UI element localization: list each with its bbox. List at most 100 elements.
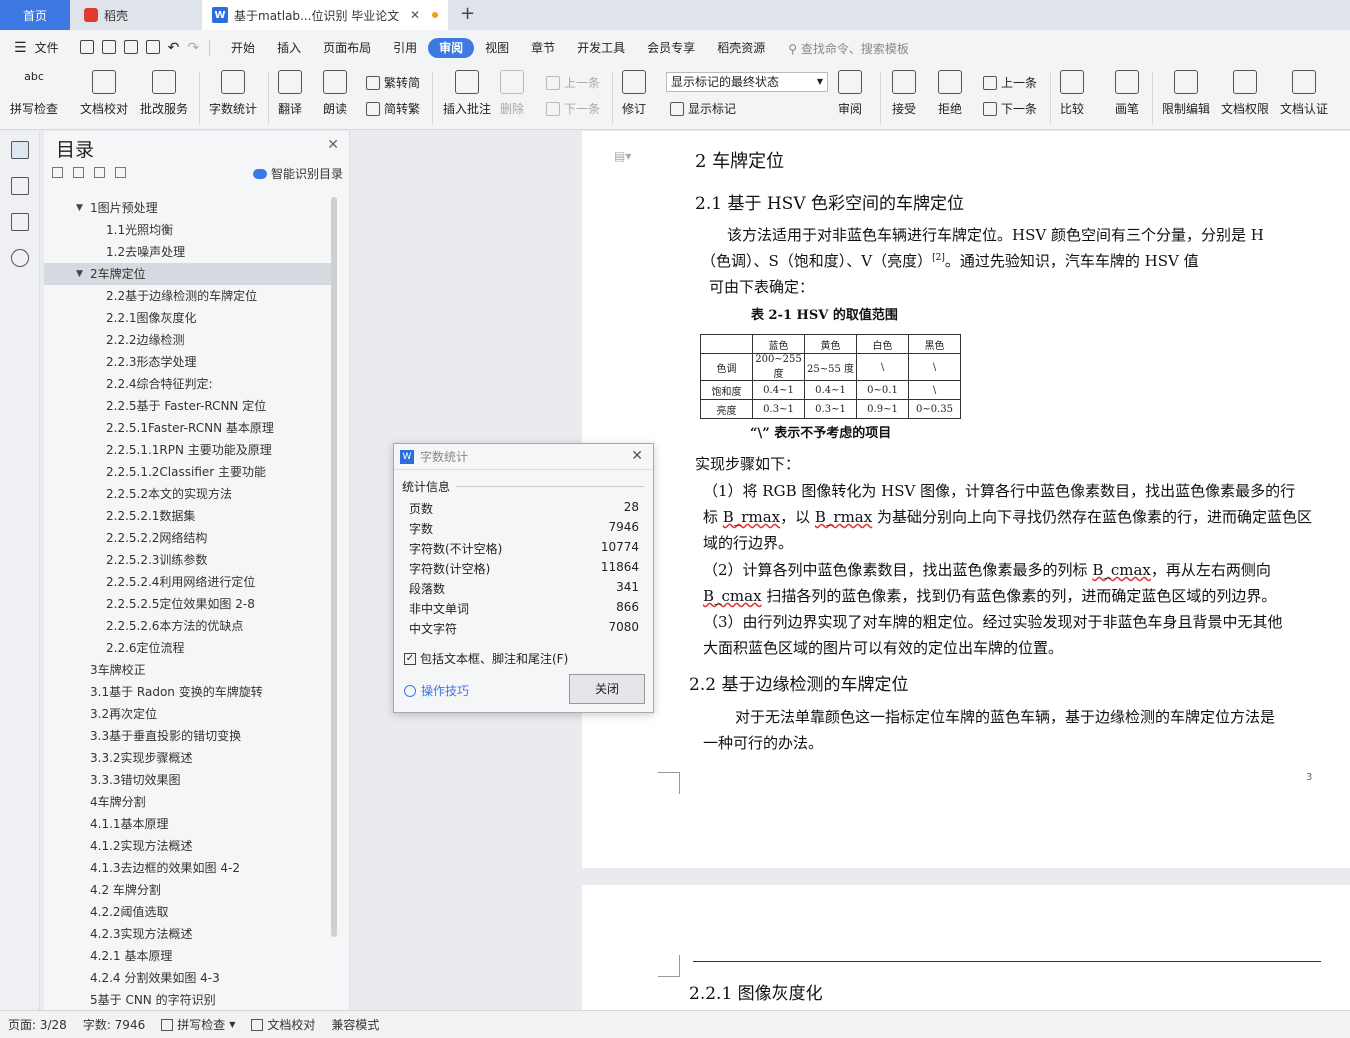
trad-to-simp-button[interactable]: 繁转简 bbox=[366, 74, 420, 91]
markup-mode-select[interactable]: 显示标记的最终状态 ▼ bbox=[666, 72, 828, 92]
show-markup-button[interactable]: 显示标记 bbox=[670, 100, 736, 117]
insert-comment-button[interactable]: 插入批注 bbox=[443, 70, 491, 117]
toc-item[interactable]: ▼ 1图片预处理 bbox=[44, 197, 334, 219]
menu-tab-6[interactable]: 章节 bbox=[520, 38, 566, 58]
toc-item[interactable]: 4.2.3实现方法概述 bbox=[44, 923, 334, 945]
toc-item[interactable]: 2.2.5.2.3训练参数 bbox=[44, 549, 334, 571]
toc-item[interactable]: ▼ 2车牌定位 bbox=[44, 263, 334, 285]
toc-item[interactable]: 4.2.4 分割效果如图 4-3 bbox=[44, 967, 334, 989]
toc-item[interactable]: 4.1.2实现方法概述 bbox=[44, 835, 334, 857]
toc-item[interactable]: 2.2.3形态学处理 bbox=[44, 351, 334, 373]
redo-icon[interactable]: ↷ bbox=[187, 40, 199, 56]
toc-item[interactable]: 2.2.5基于 Faster-RCNN 定位 bbox=[44, 395, 334, 417]
restrict-editing-button[interactable]: 限制编辑 bbox=[1162, 70, 1210, 117]
toc-item[interactable]: 3.2再次定位 bbox=[44, 703, 334, 725]
new-tab-button[interactable]: + bbox=[460, 3, 475, 24]
toc-item[interactable]: 2.2.4综合特征判定: bbox=[44, 373, 334, 395]
toc-item[interactable]: 2.2.1图像灰度化 bbox=[44, 307, 334, 329]
toc-item[interactable]: 2.2.5.2.5定位效果如图 2-8 bbox=[44, 593, 334, 615]
toc-item[interactable]: 2.2.5.2.4利用网络进行定位 bbox=[44, 571, 334, 593]
menu-tab-8[interactable]: 会员专享 bbox=[636, 38, 706, 58]
toc-item[interactable]: 3.3.3错切效果图 bbox=[44, 769, 334, 791]
hamburger-icon[interactable]: ☰ bbox=[0, 40, 33, 56]
document-page[interactable]: 2.2.1 图像灰度化 bbox=[582, 885, 1350, 1010]
toc-item[interactable]: 2.2.5.1.2Classifier 主要功能 bbox=[44, 461, 334, 483]
toc-item[interactable]: 4车牌分割 bbox=[44, 791, 334, 813]
menu-tab-4[interactable]: 审阅 bbox=[428, 38, 475, 58]
next-comment-button[interactable]: 下一条 bbox=[546, 100, 600, 117]
toc-item[interactable]: 5基于 CNN 的字符识别 bbox=[44, 989, 334, 1007]
accept-button[interactable]: 接受 bbox=[892, 70, 916, 117]
spell-check-toggle[interactable]: 拼写检查 ▼ bbox=[153, 1016, 243, 1033]
toc-item[interactable]: 2.2基于边缘检测的车牌定位 bbox=[44, 285, 334, 307]
reject-button[interactable]: 拒绝 bbox=[938, 70, 962, 117]
menu-tab-7[interactable]: 开发工具 bbox=[566, 38, 636, 58]
tab-document[interactable]: W 基于matlab...位识别 毕业论文 ✕ bbox=[202, 0, 448, 30]
translate-button[interactable]: 翻译 bbox=[278, 70, 302, 117]
document-certify-button[interactable]: 文档认证 bbox=[1280, 70, 1328, 117]
toc-item[interactable]: 4.2 车牌分割 bbox=[44, 879, 334, 901]
menu-tab-5[interactable]: 视图 bbox=[474, 38, 520, 58]
menu-tab-9[interactable]: 稻壳资源 bbox=[706, 38, 776, 58]
toc-item[interactable]: 2.2.5.1.1RPN 主要功能及原理 bbox=[44, 439, 334, 461]
toc-item[interactable]: 1.1光照均衡 bbox=[44, 219, 334, 241]
menu-file[interactable]: 文件 bbox=[33, 38, 70, 58]
print-preview-icon[interactable] bbox=[145, 40, 160, 54]
tab-daoke[interactable]: 稻壳 bbox=[72, 0, 200, 30]
toc-scrollbar[interactable] bbox=[331, 197, 337, 937]
include-textbox-checkbox[interactable]: ✓ 包括文本框、脚注和尾注(F) bbox=[404, 650, 568, 667]
page-indicator[interactable]: 页面: 3/28 bbox=[0, 1016, 75, 1033]
undo-icon[interactable]: ↶ bbox=[168, 40, 180, 56]
chevron-down-icon[interactable]: ▼ bbox=[76, 263, 83, 285]
command-search[interactable]: ⚲ 查找命令、搜索模板 bbox=[788, 40, 909, 57]
remove-heading-icon[interactable] bbox=[115, 167, 126, 178]
save-icon[interactable] bbox=[79, 40, 94, 54]
toc-item[interactable]: 4.2.2阈值选取 bbox=[44, 901, 334, 923]
pen-button[interactable]: 画笔 bbox=[1115, 70, 1139, 117]
word-count-indicator[interactable]: 字数: 7946 bbox=[75, 1016, 153, 1033]
proof-toggle[interactable]: 文档校对 bbox=[243, 1016, 323, 1033]
chevron-down-icon[interactable]: ▼ bbox=[76, 197, 83, 219]
chapter-nav-icon[interactable] bbox=[11, 177, 29, 195]
smart-toc-button[interactable]: 智能识别目录 bbox=[252, 165, 343, 182]
document-permission-button[interactable]: 文档权限 bbox=[1221, 70, 1269, 117]
toc-panel-icon[interactable] bbox=[11, 141, 29, 159]
prev-comment-button[interactable]: 上一条 bbox=[546, 74, 600, 91]
toc-item[interactable]: 4.2.1 基本原理 bbox=[44, 945, 334, 967]
toc-item[interactable]: 2.2.2边缘检测 bbox=[44, 329, 334, 351]
toc-item[interactable]: 3车牌校正 bbox=[44, 659, 334, 681]
toc-item[interactable]: 2.2.5.2.6本方法的优缺点 bbox=[44, 615, 334, 637]
track-changes-button[interactable]: 修订 bbox=[622, 70, 646, 117]
toc-item[interactable]: 2.2.5.2.1数据集 bbox=[44, 505, 334, 527]
menu-tab-1[interactable]: 插入 bbox=[266, 38, 312, 58]
add-heading-icon[interactable] bbox=[94, 167, 105, 178]
review-pane-button[interactable]: 审阅 bbox=[838, 70, 862, 117]
simp-to-trad-button[interactable]: 简转繁 bbox=[366, 100, 420, 117]
toc-item[interactable]: 2.2.5.2.2网络结构 bbox=[44, 527, 334, 549]
document-proof-button[interactable]: 文档校对 bbox=[80, 70, 128, 117]
spell-check-button[interactable]: abc 拼写检查 bbox=[10, 70, 58, 117]
tab-home[interactable]: 首页 bbox=[0, 0, 70, 30]
collapse-all-icon[interactable] bbox=[52, 167, 63, 178]
toc-item[interactable]: 2.2.6定位流程 bbox=[44, 637, 334, 659]
compare-button[interactable]: 比较 bbox=[1060, 70, 1084, 117]
close-icon[interactable]: ✕ bbox=[410, 8, 420, 22]
close-button[interactable]: 关闭 bbox=[569, 674, 645, 704]
toc-item[interactable]: 3.1基于 Radon 变换的车牌旋转 bbox=[44, 681, 334, 703]
menu-tab-0[interactable]: 开始 bbox=[220, 38, 266, 58]
print-icon[interactable] bbox=[123, 40, 138, 54]
paragraph-marker-icon[interactable]: ▤▾ bbox=[614, 149, 631, 163]
close-icon[interactable]: ✕ bbox=[631, 448, 643, 464]
expand-all-icon[interactable] bbox=[73, 167, 84, 178]
word-count-button[interactable]: 字数统计 bbox=[209, 70, 257, 117]
toc-item[interactable]: 2.2.5.2本文的实现方法 bbox=[44, 483, 334, 505]
toc-item[interactable]: 1.2去噪声处理 bbox=[44, 241, 334, 263]
next-change-button[interactable]: 下一条 bbox=[983, 100, 1037, 117]
prev-change-button[interactable]: 上一条 bbox=[983, 74, 1037, 91]
toc-item[interactable]: 3.3.2实现步骤概述 bbox=[44, 747, 334, 769]
delete-comment-button[interactable]: 删除 bbox=[500, 70, 524, 117]
document-page[interactable]: ▤▾ 2 车牌定位 2.1 基于 HSV 色彩空间的车牌定位 该方法适用于对非蓝… bbox=[582, 131, 1350, 868]
tips-link[interactable]: 操作技巧 bbox=[404, 682, 469, 699]
close-icon[interactable]: ✕ bbox=[327, 137, 339, 153]
correction-service-button[interactable]: 批改服务 bbox=[140, 70, 188, 117]
